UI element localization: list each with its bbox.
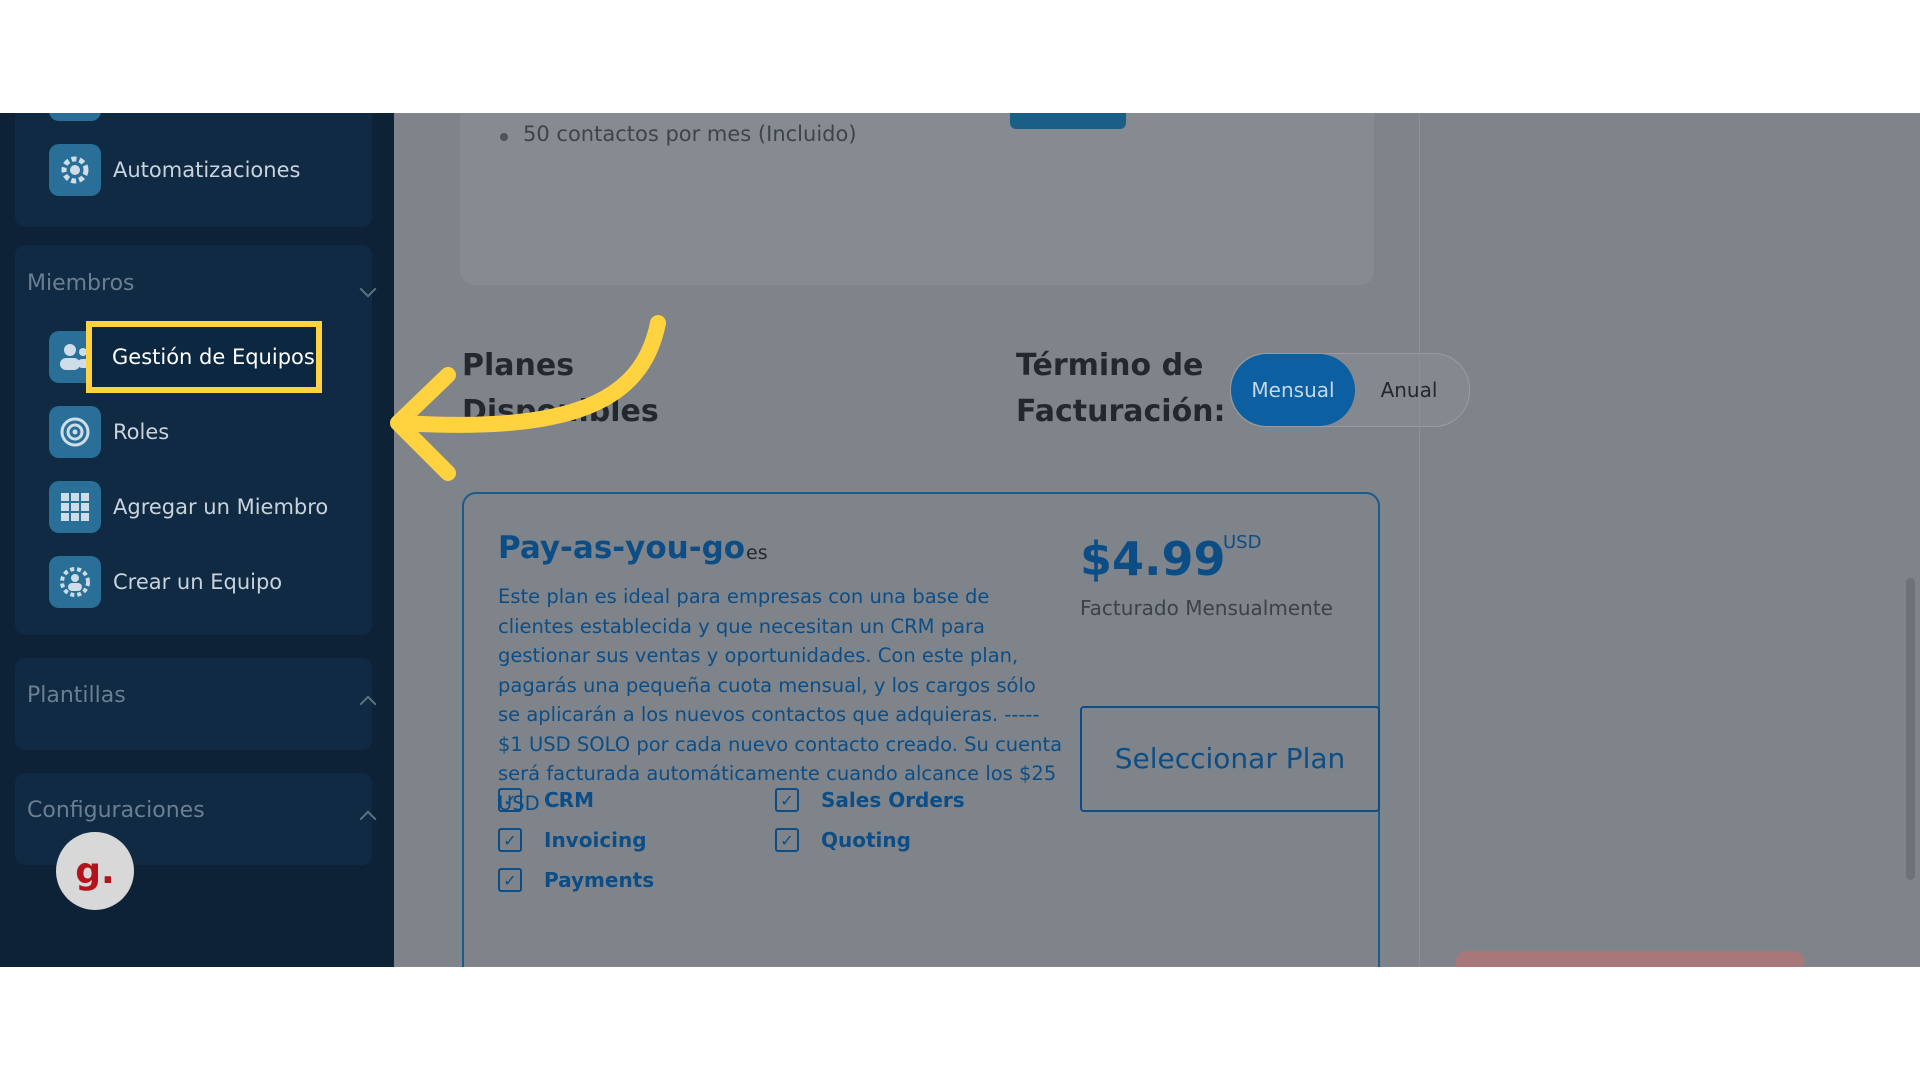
bullet-icon (500, 133, 508, 141)
avatar[interactable]: g. (56, 832, 134, 910)
sidebar-item-label: Gestión de Equipos (112, 345, 315, 369)
feature-label: CRM (544, 788, 594, 812)
sidebar-item-label: Automatizaciones (113, 158, 301, 182)
section-title-settings[interactable]: Configuraciones (27, 798, 205, 823)
toggle-monthly[interactable]: Mensual (1231, 354, 1355, 426)
checkbox-checked-icon: ✓ (775, 788, 799, 812)
feature-item: ✓ Quoting (775, 828, 911, 852)
sidebar-item-create-team[interactable]: Crear un Equipo (49, 556, 282, 608)
plan-description: Este plan es ideal para empresas con una… (498, 585, 1063, 815)
plan-language: es (746, 542, 768, 564)
sidebar-item-label: Crear un Equipo (113, 570, 283, 594)
scrollbar-thumb[interactable] (1906, 578, 1915, 880)
feature-item: ✓ Invoicing (498, 828, 647, 852)
toggle-annual[interactable]: Anual (1359, 354, 1459, 426)
column-divider (1419, 113, 1420, 967)
gear-icon (49, 144, 101, 196)
partial-button[interactable] (1456, 951, 1804, 967)
previous-plan-button[interactable] (1010, 113, 1126, 129)
plan-currency: USD (1223, 532, 1262, 553)
sidebar-item-label: Agregar un Miembro (113, 495, 329, 519)
checkbox-checked-icon: ✓ (498, 868, 522, 892)
feature-label: Sales Orders (821, 788, 965, 812)
sidebar-item-label: Roles (113, 420, 170, 444)
billing-term-title: Término de Facturación: (1016, 343, 1226, 435)
feature-item: ✓ CRM (498, 788, 594, 812)
highlight-box[interactable]: Gestión de Equipos (86, 321, 322, 393)
billing-toggle[interactable]: Mensual Anual (1230, 353, 1470, 427)
pointer-arrow-icon (390, 315, 666, 481)
checkbox-checked-icon: ✓ (775, 828, 799, 852)
group-gear-icon (49, 556, 101, 608)
select-plan-button[interactable]: Seleccionar Plan (1080, 706, 1380, 812)
feature-label: Quoting (821, 828, 911, 852)
app-window: Automatizaciones Miembros Gestión de Equ… (0, 113, 1920, 967)
feature-item: ✓ Payments (498, 868, 654, 892)
sidebar: Automatizaciones Miembros Gestión de Equ… (0, 113, 394, 967)
plan-price: $4.99 (1080, 532, 1226, 586)
sidebar-item-add-member[interactable]: Agregar un Miembro (49, 481, 328, 533)
plan-card: Pay-as-you-go es Este plan es ideal para… (462, 492, 1380, 967)
billing-term-line1: Término de (1016, 348, 1204, 383)
target-icon (49, 406, 101, 458)
sidebar-item-automations[interactable]: Automatizaciones (49, 144, 300, 196)
partial-icon (49, 113, 101, 121)
section-title-templates[interactable]: Plantillas (27, 683, 126, 708)
grid-icon (49, 481, 101, 533)
section-title-members: Miembros (27, 271, 135, 296)
feature-label: Payments (544, 868, 655, 892)
plan-billing-note: Facturado Mensualmente (1080, 596, 1333, 620)
plan-bullet-text: 50 contactos por mes (Incluido) (523, 122, 857, 146)
feature-item: ✓ Sales Orders (775, 788, 965, 812)
billing-term-line2: Facturación: (1016, 394, 1226, 429)
checkbox-checked-icon: ✓ (498, 828, 522, 852)
sidebar-item-roles[interactable]: Roles (49, 406, 169, 458)
checkbox-checked-icon: ✓ (498, 788, 522, 812)
feature-label: Invoicing (544, 828, 647, 852)
